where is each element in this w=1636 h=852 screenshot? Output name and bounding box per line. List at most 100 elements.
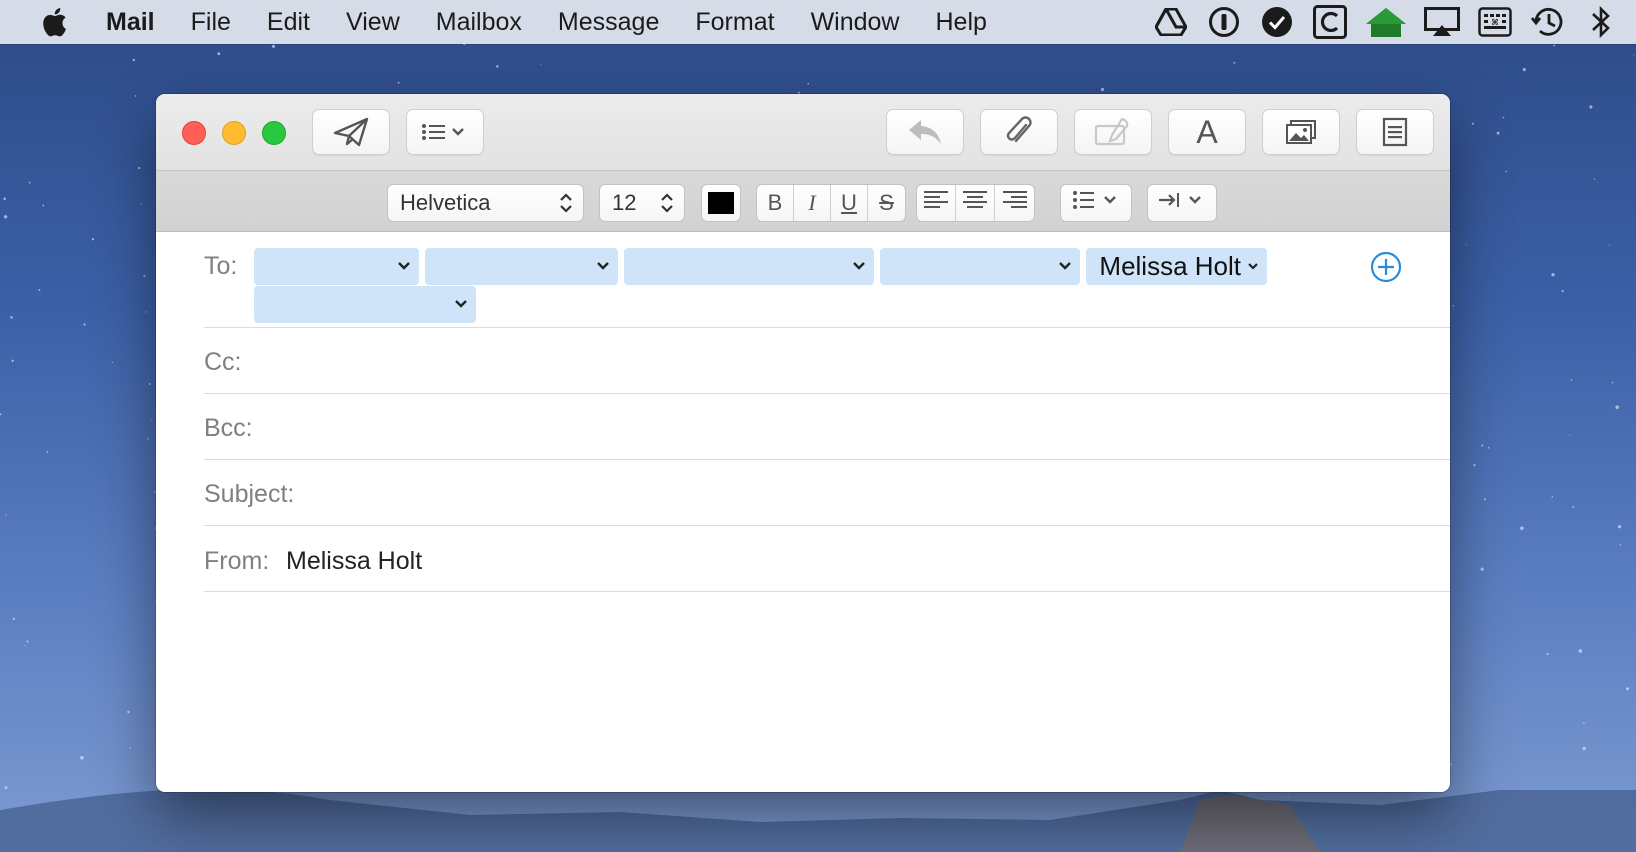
compose-window: A Helvetica 12 B I U S To: Melissa Holt … <box>156 94 1450 792</box>
c-app-icon[interactable] <box>1312 4 1348 40</box>
star-dot <box>1471 122 1474 125</box>
menu-message[interactable]: Message <box>558 8 659 37</box>
google-drive-icon[interactable] <box>1153 4 1189 40</box>
to-recipient-token-1[interactable] <box>254 248 419 285</box>
star-dot <box>0 413 2 416</box>
underline-button[interactable]: U <box>831 185 868 221</box>
title-bar: A <box>156 94 1450 170</box>
bold-button[interactable]: B <box>757 185 794 221</box>
message-body[interactable] <box>156 594 1450 790</box>
menu-mailbox[interactable]: Mailbox <box>436 8 522 37</box>
strikethrough-label: S <box>879 190 894 215</box>
star-dot <box>140 203 142 205</box>
bluetooth-icon[interactable] <box>1583 4 1619 40</box>
font-family-select[interactable]: Helvetica <box>387 184 584 222</box>
indent-icon <box>1158 190 1206 216</box>
chevron-down-icon <box>397 258 411 276</box>
paper-plane-icon <box>333 117 369 147</box>
close-window-button[interactable] <box>182 121 206 145</box>
star-dot <box>1561 289 1564 293</box>
font-size-select[interactable]: 12 <box>599 184 685 222</box>
underline-label: U <box>841 190 857 215</box>
star-dot <box>1100 87 1105 92</box>
to-recipient-token-4[interactable] <box>880 248 1080 285</box>
reply-button[interactable] <box>886 109 964 155</box>
menu-file[interactable]: File <box>191 8 231 37</box>
header-fields-menu-button[interactable] <box>406 109 484 155</box>
italic-label: I <box>808 190 816 215</box>
to-recipient-token-6[interactable] <box>254 286 476 323</box>
menu-view[interactable]: View <box>346 8 400 37</box>
minimize-window-button[interactable] <box>222 121 246 145</box>
airplay-icon[interactable] <box>1424 4 1460 40</box>
star-dot <box>1553 44 1556 47</box>
cc-input[interactable] <box>261 336 1450 392</box>
format-bar: Helvetica 12 B I U S <box>156 170 1450 232</box>
from-account-popup[interactable]: Melissa Holt <box>286 547 422 576</box>
text-style-segment: B I U S <box>756 184 906 222</box>
align-center-button[interactable] <box>956 185 995 221</box>
star-dot <box>132 58 135 62</box>
star-dot <box>26 640 29 643</box>
list-style-menu[interactable] <box>1060 184 1132 222</box>
align-left-button[interactable] <box>917 185 956 221</box>
photo-browser-button[interactable] <box>1262 109 1340 155</box>
star-dot <box>3 215 8 219</box>
to-recipient-token-3[interactable] <box>624 248 874 285</box>
menu-help[interactable]: Help <box>935 8 986 37</box>
font-size-value: 12 <box>612 190 637 215</box>
1password-icon[interactable] <box>1206 4 1242 40</box>
menu-window[interactable]: Window <box>811 8 900 37</box>
menu-app-name[interactable]: Mail <box>106 8 155 37</box>
subject-input[interactable] <box>311 468 1450 524</box>
markup-pen-icon <box>1094 117 1132 147</box>
indent-menu[interactable] <box>1147 184 1217 222</box>
to-recipient-token-melissa[interactable]: Melissa Holt <box>1086 248 1267 285</box>
add-contact-button[interactable] <box>1370 251 1402 283</box>
menu-edit[interactable]: Edit <box>267 8 310 37</box>
send-button[interactable] <box>312 109 390 155</box>
stationery-button[interactable] <box>1356 109 1434 155</box>
star-dot <box>1578 649 1583 653</box>
home-icon[interactable] <box>1365 4 1407 40</box>
keyboard-viewer-icon[interactable]: ⌘ <box>1477 4 1513 40</box>
to-recipient-token-2[interactable] <box>425 248 618 285</box>
star-dot <box>1487 446 1490 449</box>
italic-button[interactable]: I <box>794 185 831 221</box>
time-machine-icon[interactable] <box>1530 4 1566 40</box>
markup-button[interactable] <box>1074 109 1152 155</box>
star-dot <box>1502 116 1505 119</box>
star-dot <box>217 52 221 56</box>
star-dot <box>1522 68 1526 72</box>
star-dot <box>38 289 41 291</box>
align-left-icon <box>924 190 948 216</box>
paperclip-icon <box>1004 116 1034 148</box>
fonts-button[interactable]: A <box>1168 109 1246 155</box>
text-color-well[interactable] <box>701 184 741 222</box>
star-dot <box>1617 525 1622 529</box>
star-dot <box>4 786 8 789</box>
star-dot <box>1505 170 1507 173</box>
star-dot <box>1608 244 1610 246</box>
star-dot <box>1589 105 1593 109</box>
field-divider <box>204 591 1450 592</box>
star-dot <box>1570 379 1573 381</box>
from-label: From: <box>204 547 270 575</box>
checkmark-circle-icon[interactable] <box>1259 4 1295 40</box>
star-dot <box>148 383 151 385</box>
menu-format[interactable]: Format <box>695 8 774 37</box>
zoom-window-button[interactable] <box>262 121 286 145</box>
bcc-input[interactable] <box>271 402 1450 458</box>
align-right-button[interactable] <box>995 185 1034 221</box>
status-menu-area: ⌘ <box>1153 0 1636 44</box>
star-dot <box>1546 652 1549 656</box>
field-divider <box>204 525 1450 526</box>
star-dot <box>1483 498 1487 501</box>
star-dot <box>46 451 49 453</box>
strikethrough-button[interactable]: S <box>868 185 905 221</box>
star-dot <box>1481 444 1484 447</box>
field-divider <box>204 393 1450 394</box>
apple-menu-icon[interactable] <box>40 6 70 38</box>
attach-button[interactable] <box>980 109 1058 155</box>
star-dot <box>1593 178 1596 180</box>
